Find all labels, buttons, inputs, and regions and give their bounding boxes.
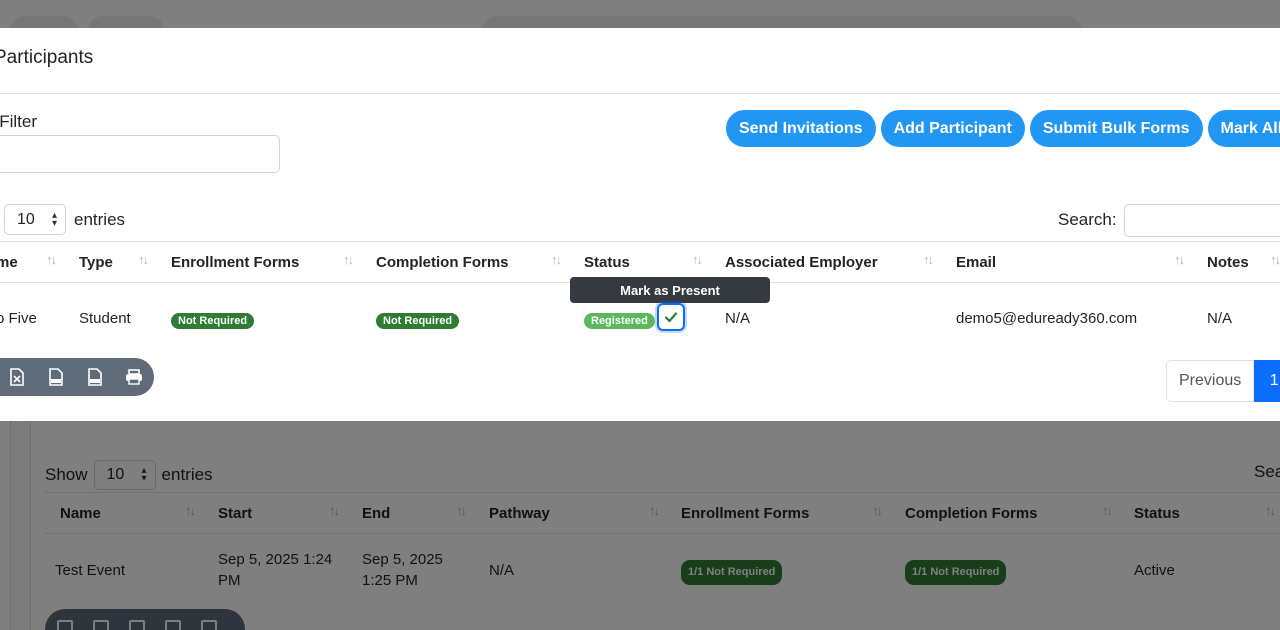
excel-icon[interactable] [6,366,28,388]
column-header-status[interactable]: Status [584,254,630,271]
sort-icon[interactable]: ↑↓ [923,252,934,267]
sort-icon[interactable]: ↑↓ [1174,252,1185,267]
participant-type: Student [79,310,131,327]
column-header-type[interactable]: Type [79,254,113,271]
add-participant-button[interactable]: Add Participant [880,110,1025,147]
participant-email: demo5@eduready360.com [956,310,1138,327]
sort-icon[interactable]: ↑↓ [138,252,149,267]
entries-label: entries [74,209,126,229]
sort-icon[interactable]: ↑↓ [1270,252,1280,267]
completion-badge-label: Not Required [376,313,460,329]
column-header-notes[interactable]: Notes [1207,254,1249,271]
filter-label: s Filter [0,112,37,131]
enrollment-badge: Not Required [171,311,255,329]
action-buttons: Send Invitations Add Participant Submit … [726,110,1280,147]
participant-notes: N/A [1207,310,1233,327]
mark-present-button[interactable] [657,303,685,331]
filter-input[interactable] [0,135,280,173]
checkmark-icon [664,312,678,323]
export-toolbar [0,358,154,396]
print-icon[interactable] [123,366,145,388]
participants-modal: Participants s Filter Send Invitations A… [0,28,1280,421]
length-value: 10 [17,210,35,228]
status-badge-label: Registered [584,313,655,329]
column-header-enrollment[interactable]: Enrollment Forms [171,254,299,271]
completion-badge: Not Required [376,311,460,329]
column-header-completion[interactable]: Completion Forms [376,254,509,271]
column-header-name[interactable]: me [0,254,18,271]
enrollment-badge-label: Not Required [171,313,255,329]
pagination: Previous 1 [1166,360,1280,402]
sort-icon[interactable]: ↑↓ [343,252,354,267]
csv-icon[interactable] [45,366,67,388]
mark-all-present-button[interactable]: Mark All P [1207,110,1280,147]
search-label: Search: [1058,210,1117,229]
send-invitations-button[interactable]: Send Invitations [726,110,876,147]
participant-name: o Five [0,310,37,327]
column-header-email[interactable]: Email [956,254,996,271]
length-select[interactable]: 10 ▴ ▾ [4,204,66,235]
search-input[interactable] [1124,204,1280,237]
participant-employer: N/A [725,310,751,327]
previous-page-button[interactable]: Previous [1166,360,1255,402]
page-1-button[interactable]: 1 [1254,360,1280,402]
mark-present-tooltip: Mark as Present [570,277,770,303]
status-badge: Registered [584,311,655,329]
sort-icon[interactable]: ↑↓ [692,252,703,267]
modal-title: Participants [0,47,94,68]
column-header-employer[interactable]: Associated Employer [725,254,878,271]
submit-bulk-forms-button[interactable]: Submit Bulk Forms [1029,110,1203,147]
sort-icon[interactable]: ↑↓ [46,252,57,267]
pdf-icon[interactable] [84,366,106,388]
sort-caret-icon: ▴▾ [51,209,57,229]
sort-icon[interactable]: ↑↓ [551,252,562,267]
modal-header: Participants [0,28,1280,94]
length-control: 10 ▴ ▾ entries [4,204,125,235]
